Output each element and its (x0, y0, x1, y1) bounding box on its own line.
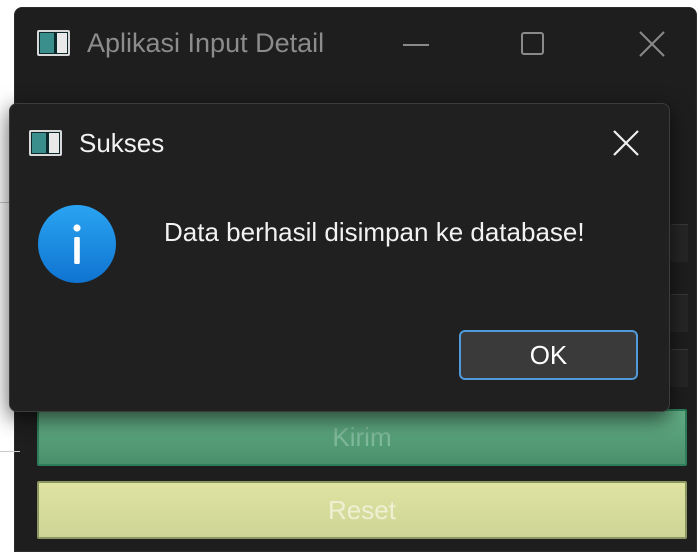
divider (0, 451, 20, 452)
input-field-edge[interactable] (670, 224, 688, 262)
reset-button[interactable]: Reset (37, 481, 687, 539)
input-field-edge[interactable] (670, 349, 688, 387)
app-window-icon (29, 130, 62, 156)
minimize-button[interactable] (395, 24, 439, 64)
submit-button[interactable]: Kirim (37, 409, 687, 466)
success-dialog: Sukses Data berhasil disimpan ke databas… (9, 103, 670, 412)
input-field-edge[interactable] (670, 294, 688, 332)
dialog-message: Data berhasil disimpan ke database! (164, 217, 585, 247)
close-icon (613, 130, 639, 156)
info-icon (38, 205, 116, 283)
app-window-icon (37, 30, 70, 56)
dialog-close-button[interactable] (607, 124, 645, 162)
main-window-title: Aplikasi Input Detail (87, 28, 325, 58)
close-button[interactable] (630, 24, 674, 64)
minimize-icon (403, 44, 429, 46)
maximize-icon (521, 32, 544, 55)
dialog-title: Sukses (79, 128, 165, 158)
ok-button[interactable]: OK (459, 330, 638, 380)
maximize-button[interactable] (512, 24, 556, 64)
main-titlebar[interactable]: Aplikasi Input Detail (15, 8, 696, 80)
close-icon (639, 31, 665, 57)
